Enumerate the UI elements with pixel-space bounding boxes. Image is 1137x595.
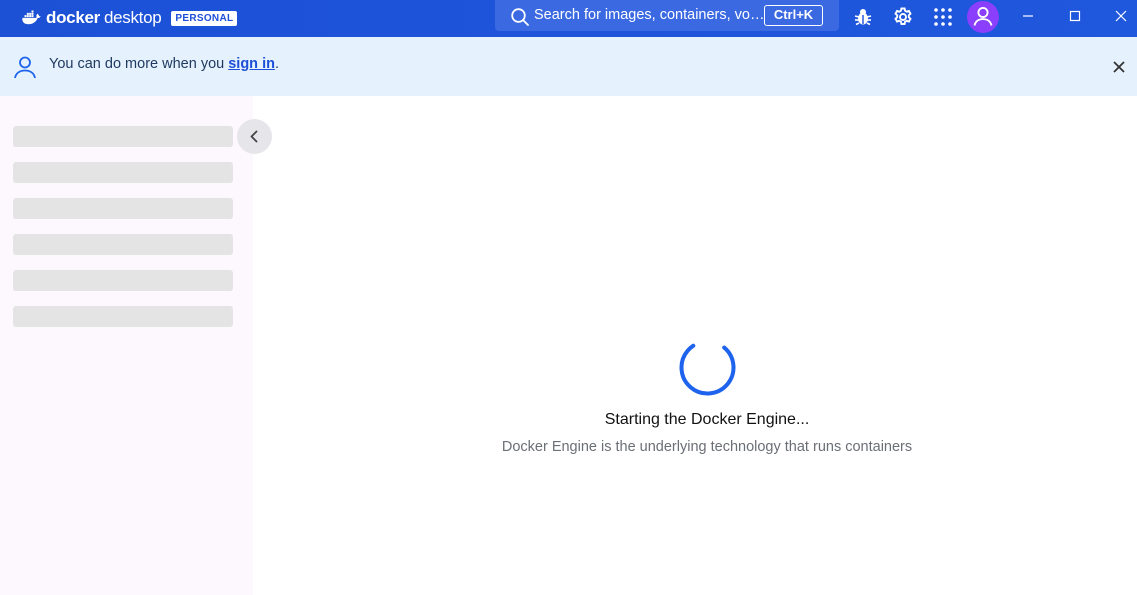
person-icon bbox=[14, 56, 36, 79]
apps-grid-icon[interactable] bbox=[932, 6, 954, 28]
global-search-bar[interactable]: Search for images, containers, vo… Ctrl+… bbox=[495, 0, 839, 31]
status-title: Starting the Docker Engine... bbox=[604, 411, 810, 428]
search-placeholder[interactable]: Search for images, containers, vo… bbox=[534, 7, 765, 23]
plan-badge: PERSONAL bbox=[171, 10, 238, 26]
sidebar-skeleton-item bbox=[13, 306, 233, 327]
sidebar-skeleton-item bbox=[13, 234, 233, 255]
whale-logo-icon bbox=[22, 10, 42, 25]
loading-spinner-icon bbox=[679, 339, 736, 396]
close-window-icon[interactable] bbox=[1109, 5, 1133, 27]
sidebar-skeleton-item bbox=[13, 198, 233, 219]
sidebar-skeleton-item bbox=[13, 126, 233, 147]
search-shortcut-badge: Ctrl+K bbox=[764, 5, 823, 26]
close-banner-icon[interactable] bbox=[1110, 58, 1128, 76]
bug-icon[interactable] bbox=[852, 6, 874, 28]
collapse-sidebar-button[interactable] bbox=[237, 119, 272, 154]
gear-icon[interactable] bbox=[892, 6, 914, 28]
sign-in-message-text: You can do more when you bbox=[49, 56, 229, 72]
sign-in-message-end: . bbox=[274, 56, 279, 72]
search-icon bbox=[511, 8, 529, 26]
status-subtitle: Docker Engine is the underlying technolo… bbox=[501, 439, 913, 455]
docker-desktop-logo: docker desktop PERSONAL bbox=[22, 7, 238, 29]
title-bar: docker desktop PERSONAL Search for image… bbox=[0, 0, 1137, 37]
chevron-left-icon bbox=[250, 130, 258, 143]
brand-docker-text: docker bbox=[46, 8, 100, 27]
maximize-icon[interactable] bbox=[1063, 5, 1087, 27]
sign-in-banner: You can do more when you sign in. bbox=[0, 37, 1137, 96]
minimize-icon[interactable] bbox=[1016, 5, 1040, 27]
sidebar-skeleton-item bbox=[13, 270, 233, 291]
account-avatar[interactable] bbox=[967, 1, 999, 33]
sidebar-skeleton-item bbox=[13, 162, 233, 183]
sidebar bbox=[0, 96, 253, 595]
brand-desktop-text: desktop bbox=[103, 8, 162, 27]
sign-in-link[interactable]: sign in bbox=[228, 56, 275, 72]
user-icon bbox=[973, 6, 993, 26]
sign-in-message: You can do more when you sign in. bbox=[49, 56, 279, 72]
